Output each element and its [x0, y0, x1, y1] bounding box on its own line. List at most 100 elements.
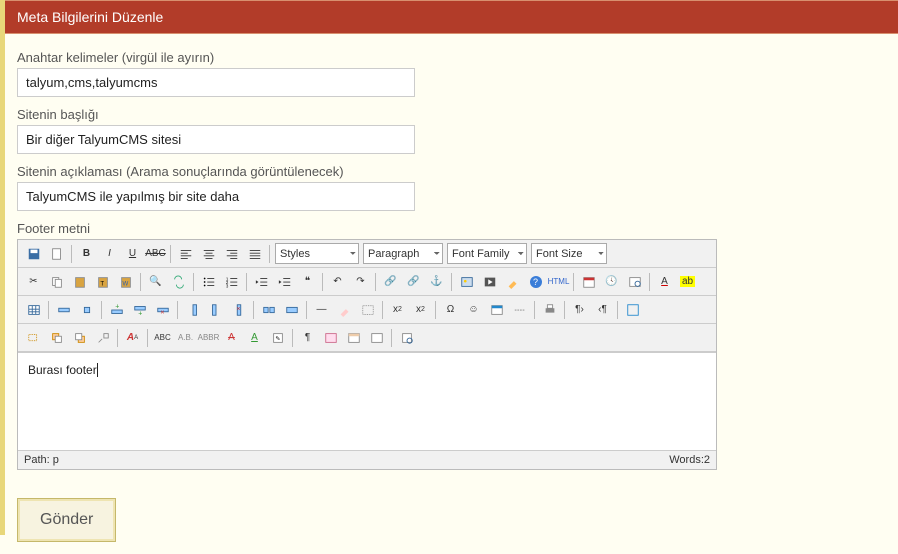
paste-icon[interactable]: [69, 271, 90, 292]
nbsp-icon[interactable]: [320, 327, 341, 348]
site-title-input[interactable]: [17, 125, 415, 154]
row-before-icon[interactable]: +: [106, 299, 127, 320]
separator: [534, 301, 535, 319]
anchor-icon[interactable]: ⚓: [426, 271, 447, 292]
fontfamily-select[interactable]: Font Family: [447, 243, 527, 264]
find-icon[interactable]: 🔍: [145, 271, 166, 292]
editor-toolbar-row-2: ✂ T W 🔍 123 ❝ ↶ ↷ 🔗 🔗: [18, 268, 716, 296]
styles-select[interactable]: Styles: [275, 243, 359, 264]
copy-icon[interactable]: [46, 271, 67, 292]
absolute-icon[interactable]: [92, 327, 113, 348]
svg-text:×: ×: [160, 309, 164, 316]
charmap-icon[interactable]: Ω: [440, 299, 461, 320]
acronym-icon[interactable]: ABBR: [198, 327, 219, 348]
cite-icon[interactable]: A.B.: [175, 327, 196, 348]
strike-icon[interactable]: ABC: [145, 243, 166, 264]
separator: [617, 301, 618, 319]
col-after-icon[interactable]: [205, 299, 226, 320]
del-icon[interactable]: A: [221, 327, 242, 348]
indent-icon[interactable]: [274, 271, 295, 292]
site-desc-input[interactable]: [17, 182, 415, 211]
separator: [101, 301, 102, 319]
outdent-icon[interactable]: [251, 271, 272, 292]
forecolor-icon[interactable]: A: [654, 271, 675, 292]
spellcheck-icon[interactable]: ABC: [152, 327, 173, 348]
keywords-input[interactable]: [17, 68, 415, 97]
italic-icon[interactable]: I: [99, 243, 120, 264]
row-after-icon[interactable]: +: [129, 299, 150, 320]
help-icon[interactable]: ?: [525, 271, 546, 292]
field-footer: Footer metni B I U ABC Styles Paragraph …: [17, 221, 886, 470]
site-title-label: Sitenin başlığı: [17, 107, 886, 122]
replace-icon[interactable]: [168, 271, 189, 292]
redo-icon[interactable]: ↷: [350, 271, 371, 292]
restore-draft-icon[interactable]: [396, 327, 417, 348]
pagebreak-icon[interactable]: [509, 299, 530, 320]
newdoc-icon[interactable]: [46, 243, 67, 264]
rtl-icon[interactable]: ‹¶: [592, 299, 613, 320]
layer-backward-icon[interactable]: [69, 327, 90, 348]
link-icon[interactable]: 🔗: [380, 271, 401, 292]
row-delete-icon[interactable]: ×: [152, 299, 173, 320]
code-icon[interactable]: HTML: [548, 271, 569, 292]
separator: [48, 301, 49, 319]
row-props-icon[interactable]: [53, 299, 74, 320]
visual-aid-icon[interactable]: [357, 299, 378, 320]
ins-icon[interactable]: A: [244, 327, 265, 348]
table-icon[interactable]: [23, 299, 44, 320]
paste-word-icon[interactable]: W: [115, 271, 136, 292]
blockquote2-icon[interactable]: [366, 327, 387, 348]
backcolor-icon[interactable]: ab: [677, 271, 698, 292]
preview-icon[interactable]: [624, 271, 645, 292]
styleprops-icon[interactable]: AA: [122, 327, 143, 348]
visualchars-icon[interactable]: ¶: [297, 327, 318, 348]
col-delete-icon[interactable]: ×: [228, 299, 249, 320]
number-list-icon[interactable]: 123: [221, 271, 242, 292]
attribs-icon[interactable]: ✎: [267, 327, 288, 348]
align-justify-icon[interactable]: [244, 243, 265, 264]
blockquote-icon[interactable]: ❝: [297, 271, 318, 292]
merge-cells-icon[interactable]: [281, 299, 302, 320]
fullscreen-icon[interactable]: [622, 299, 643, 320]
time-icon[interactable]: 🕓: [601, 271, 622, 292]
layer-forward-icon[interactable]: [46, 327, 67, 348]
align-center-icon[interactable]: [198, 243, 219, 264]
ltr-icon[interactable]: ¶›: [569, 299, 590, 320]
template-icon[interactable]: [343, 327, 364, 348]
paragraph-select[interactable]: Paragraph: [363, 243, 443, 264]
cut-icon[interactable]: ✂: [23, 271, 44, 292]
separator: [292, 329, 293, 347]
separator: [246, 273, 247, 291]
field-site-title: Sitenin başlığı: [17, 107, 886, 154]
hr-icon[interactable]: —: [311, 299, 332, 320]
page-title: Meta Bilgilerini Düzenle: [17, 9, 163, 25]
cleanup-icon[interactable]: [502, 271, 523, 292]
align-left-icon[interactable]: [175, 243, 196, 264]
layer-icon[interactable]: [23, 327, 44, 348]
date-icon[interactable]: [578, 271, 599, 292]
superscript-icon[interactable]: x2: [410, 299, 431, 320]
remove-format-icon[interactable]: [334, 299, 355, 320]
cell-props-icon[interactable]: [76, 299, 97, 320]
split-cells-icon[interactable]: [258, 299, 279, 320]
bold-icon[interactable]: B: [76, 243, 97, 264]
unlink-icon[interactable]: 🔗: [403, 271, 424, 292]
iframe-icon[interactable]: [486, 299, 507, 320]
emoticon-icon[interactable]: ☺: [463, 299, 484, 320]
separator: [564, 301, 565, 319]
undo-icon[interactable]: ↶: [327, 271, 348, 292]
fontsize-select[interactable]: Font Size: [531, 243, 607, 264]
paste-text-icon[interactable]: T: [92, 271, 113, 292]
save-icon[interactable]: [23, 243, 44, 264]
editor-content[interactable]: Burası footer: [18, 352, 716, 450]
underline-icon[interactable]: U: [122, 243, 143, 264]
editor-text: Burası footer: [28, 363, 98, 377]
print-icon[interactable]: [539, 299, 560, 320]
bullet-list-icon[interactable]: [198, 271, 219, 292]
subscript-icon[interactable]: x2: [387, 299, 408, 320]
col-before-icon[interactable]: [182, 299, 203, 320]
align-right-icon[interactable]: [221, 243, 242, 264]
image-icon[interactable]: [456, 271, 477, 292]
media-icon[interactable]: [479, 271, 500, 292]
submit-button[interactable]: Gönder: [17, 498, 116, 542]
